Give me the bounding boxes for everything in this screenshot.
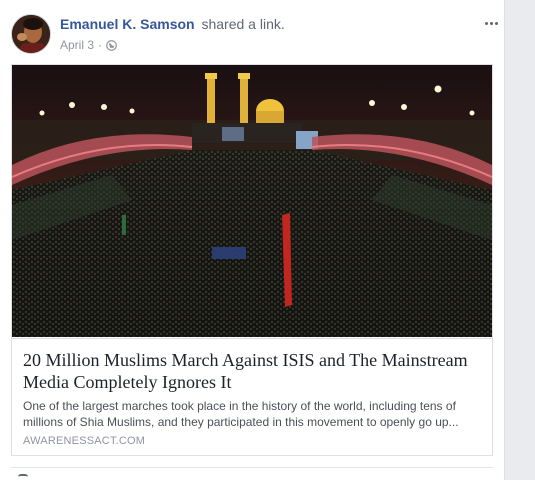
post-header: Emanuel K. Samson shared a link. April 3…	[11, 14, 501, 56]
link-title[interactable]: 20 Million Muslims March Against ISIS an…	[23, 349, 483, 393]
right-rail-background	[506, 0, 535, 480]
like-icon[interactable]	[18, 474, 28, 480]
globe-icon[interactable]	[106, 39, 117, 51]
post-footer-divider	[11, 467, 493, 468]
link-preview-image[interactable]	[12, 65, 492, 337]
share-action-text: shared a link.	[201, 16, 285, 32]
post-card: Emanuel K. Samson shared a link. April 3…	[0, 0, 505, 480]
link-description: One of the largest marches took place in…	[23, 399, 459, 429]
meta-separator: ·	[98, 38, 103, 52]
post-meta: April 3 ·	[60, 38, 117, 52]
link-preview-body[interactable]: 20 Million Muslims March Against ISIS an…	[12, 338, 492, 455]
author-avatar[interactable]	[11, 14, 51, 54]
more-options-icon[interactable]	[481, 16, 501, 30]
link-domain: AWARENESSACT.COM	[23, 435, 146, 447]
author-line: Emanuel K. Samson shared a link.	[60, 16, 285, 32]
link-preview-card[interactable]: 20 Million Muslims March Against ISIS an…	[11, 64, 493, 456]
author-name-link[interactable]: Emanuel K. Samson	[60, 16, 195, 32]
post-timestamp[interactable]: April 3	[60, 38, 94, 52]
